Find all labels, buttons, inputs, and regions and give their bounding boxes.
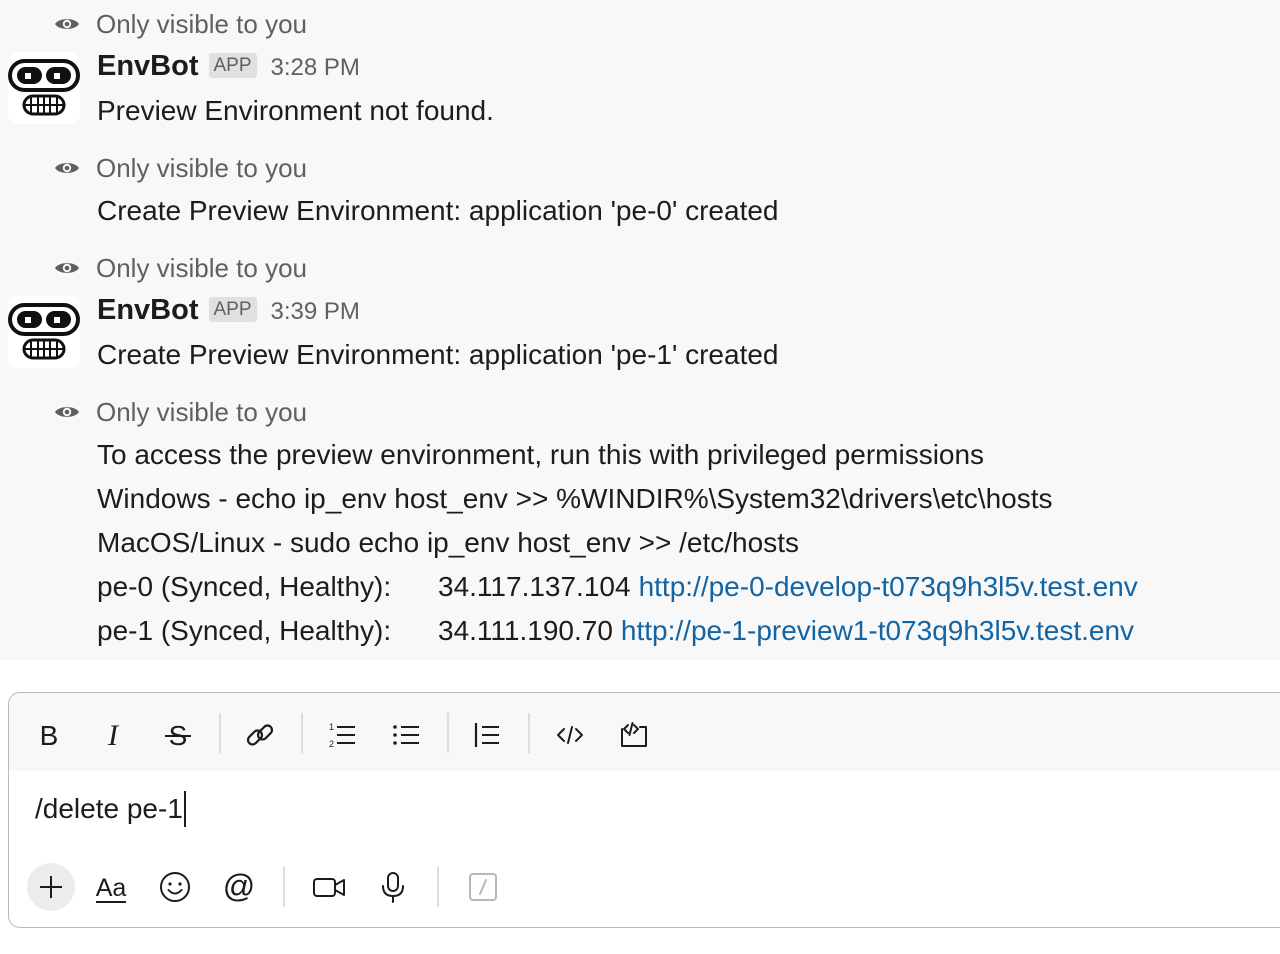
- blockquote-icon: [474, 723, 499, 747]
- envbot-avatar[interactable]: [8, 296, 80, 368]
- mention-icon: @: [223, 869, 255, 904]
- message-input-text: /delete pe-1: [35, 793, 183, 824]
- message-composer: B I S 1 2 /delete pe-1 Aa @: [8, 692, 1280, 928]
- strikethrough-button[interactable]: S: [158, 715, 198, 755]
- svg-text:B: B: [40, 720, 59, 751]
- ordered-list-button[interactable]: 1 2: [322, 715, 362, 755]
- toolbar-divider: [447, 713, 449, 753]
- shortcuts-icon: [469, 873, 497, 901]
- emoji-icon: [160, 872, 190, 902]
- eye-icon: [55, 19, 79, 29]
- message-header: EnvBot APP 3:39 PM: [97, 294, 360, 330]
- shortcuts-button[interactable]: [459, 863, 507, 911]
- ephemeral-notice: Only visible to you: [54, 253, 307, 283]
- link-button[interactable]: [240, 715, 280, 755]
- message-timestamp[interactable]: 3:39 PM: [271, 298, 360, 326]
- video-clip-button[interactable]: [305, 863, 353, 911]
- svg-text:Aa: Aa: [96, 874, 127, 902]
- macos-linux-command-line: MacOS/Linux - sudo echo ip_env host_env …: [97, 527, 799, 558]
- mention-button[interactable]: @: [215, 863, 263, 911]
- environment-row: pe-0 (Synced, Healthy): 34.117.137.104 h…: [97, 569, 1138, 605]
- microphone-icon: [382, 872, 404, 903]
- envbot-avatar[interactable]: [8, 52, 80, 124]
- environment-ip: 34.117.137.104: [438, 571, 631, 602]
- ordered-list-icon: 1 2: [329, 722, 355, 749]
- message-input[interactable]: /delete pe-1: [35, 791, 186, 827]
- message-list: Only visible to you EnvBot APP 3:28 PM P…: [0, 0, 1280, 660]
- sender-name[interactable]: EnvBot: [97, 294, 199, 327]
- ephemeral-notice-text: Only visible to you: [96, 8, 307, 39]
- italic-button[interactable]: I: [93, 715, 133, 755]
- eye-icon: [55, 163, 79, 173]
- toolbar-divider: [437, 867, 439, 907]
- italic-icon: I: [107, 719, 120, 751]
- environment-name: pe-1 (Synced, Healthy):: [97, 615, 392, 646]
- blockquote-button[interactable]: [467, 715, 507, 755]
- text-cursor: [183, 791, 186, 827]
- ephemeral-notice: Only visible to you: [54, 397, 307, 427]
- formatting-icon: Aa: [96, 874, 127, 903]
- composer-actions-toolbar: Aa @: [9, 859, 1280, 915]
- environment-row: pe-1 (Synced, Healthy): 34.111.190.70 ht…: [97, 613, 1134, 649]
- message-text: Create Preview Environment: application …: [97, 339, 779, 370]
- environment-name: pe-0 (Synced, Healthy):: [97, 571, 392, 602]
- svg-text:2: 2: [329, 739, 334, 749]
- formatting-toolbar: B I S 1 2: [9, 693, 1280, 771]
- eye-icon: [55, 263, 79, 273]
- bot-face-icon: [8, 303, 80, 360]
- svg-text:1: 1: [329, 722, 334, 732]
- environment-url-link[interactable]: http://pe-1-preview1-t073q9h3l5v.test.en…: [621, 613, 1134, 649]
- code-button[interactable]: [550, 715, 590, 755]
- message-header: EnvBot APP 3:28 PM: [97, 50, 360, 86]
- toolbar-divider: [283, 867, 285, 907]
- windows-command-line: Windows - echo ip_env host_env >> %WINDI…: [97, 483, 1053, 514]
- plus-icon: [40, 876, 62, 898]
- bulleted-list-icon: [393, 725, 419, 745]
- environment-ip: 34.111.190.70: [438, 615, 613, 646]
- video-icon: [313, 878, 345, 897]
- code-icon: [557, 726, 583, 744]
- audio-clip-button[interactable]: [369, 863, 417, 911]
- instruction-line: To access the preview environment, run t…: [97, 439, 985, 470]
- app-badge: APP: [208, 297, 257, 322]
- link-icon: [246, 724, 274, 746]
- strikethrough-icon: S: [165, 720, 191, 751]
- svg-text:I: I: [107, 719, 120, 751]
- sender-name[interactable]: EnvBot: [97, 50, 199, 83]
- attach-button[interactable]: [27, 863, 75, 911]
- message-text: Preview Environment not found.: [97, 95, 494, 126]
- svg-text:@: @: [223, 869, 255, 904]
- code-block-icon: [621, 722, 647, 747]
- toolbar-divider: [528, 713, 530, 753]
- ephemeral-notice: Only visible to you: [54, 153, 307, 183]
- ephemeral-notice-text: Only visible to you: [96, 152, 307, 183]
- eye-icon: [55, 407, 79, 417]
- environment-url-link[interactable]: http://pe-0-develop-t073q9h3l5v.test.env: [639, 569, 1138, 605]
- toolbar-divider: [219, 713, 221, 753]
- code-block-button[interactable]: [614, 715, 654, 755]
- ephemeral-notice-text: Only visible to you: [96, 252, 307, 283]
- message-text: Create Preview Environment: application …: [97, 195, 779, 226]
- bulleted-list-button[interactable]: [386, 715, 426, 755]
- message-timestamp[interactable]: 3:28 PM: [271, 54, 360, 82]
- emoji-button[interactable]: [151, 863, 199, 911]
- bold-button[interactable]: B: [29, 715, 69, 755]
- bot-face-icon: [8, 59, 80, 116]
- toolbar-divider: [301, 713, 303, 753]
- ephemeral-notice: Only visible to you: [54, 9, 307, 39]
- ephemeral-notice-text: Only visible to you: [96, 396, 307, 427]
- formatting-toggle-button[interactable]: Aa: [87, 863, 135, 911]
- bold-icon: B: [40, 720, 59, 751]
- app-badge: APP: [208, 53, 257, 78]
